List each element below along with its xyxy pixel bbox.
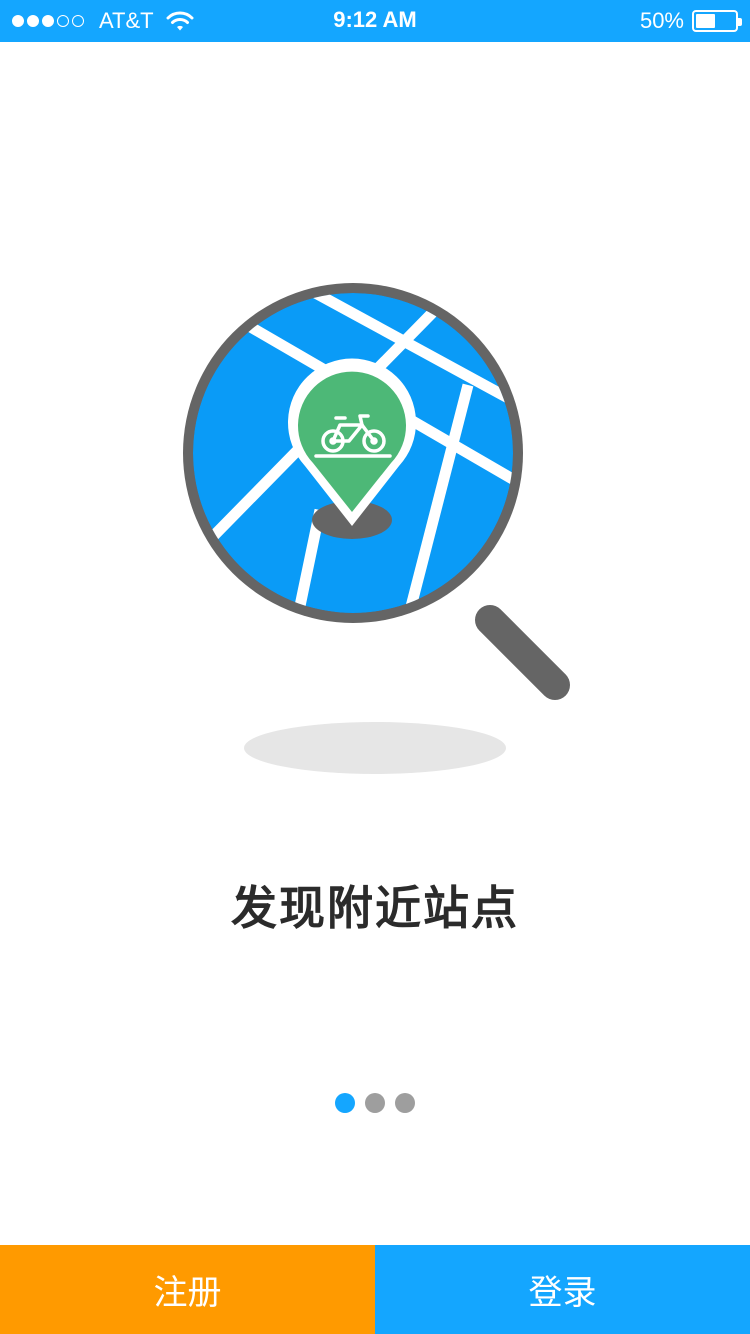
login-button[interactable]: 登录 — [375, 1245, 750, 1334]
page-title: 发现附近站点 — [231, 881, 519, 935]
magnifier-handle — [475, 605, 570, 700]
find-station-illustration — [183, 283, 570, 774]
battery-fill — [696, 14, 715, 28]
page-dot-2[interactable] — [365, 1093, 385, 1113]
status-right: 50% — [639, 7, 742, 35]
battery-cap — [738, 18, 742, 26]
battery-percentage: 50% — [639, 8, 684, 33]
register-button[interactable]: 注册 — [0, 1245, 375, 1334]
page-dot-1[interactable] — [335, 1093, 355, 1113]
status-time: 9:12 AM — [333, 7, 417, 32]
status-bar: AT&T 9:12 AM 50% — [0, 0, 750, 42]
bottom-action-bar: 注册 登录 — [0, 1245, 750, 1334]
ground-shadow — [244, 722, 506, 774]
pagination-dots[interactable] — [0, 1093, 750, 1113]
page-dot-3[interactable] — [395, 1093, 415, 1113]
battery-icon — [692, 10, 742, 32]
